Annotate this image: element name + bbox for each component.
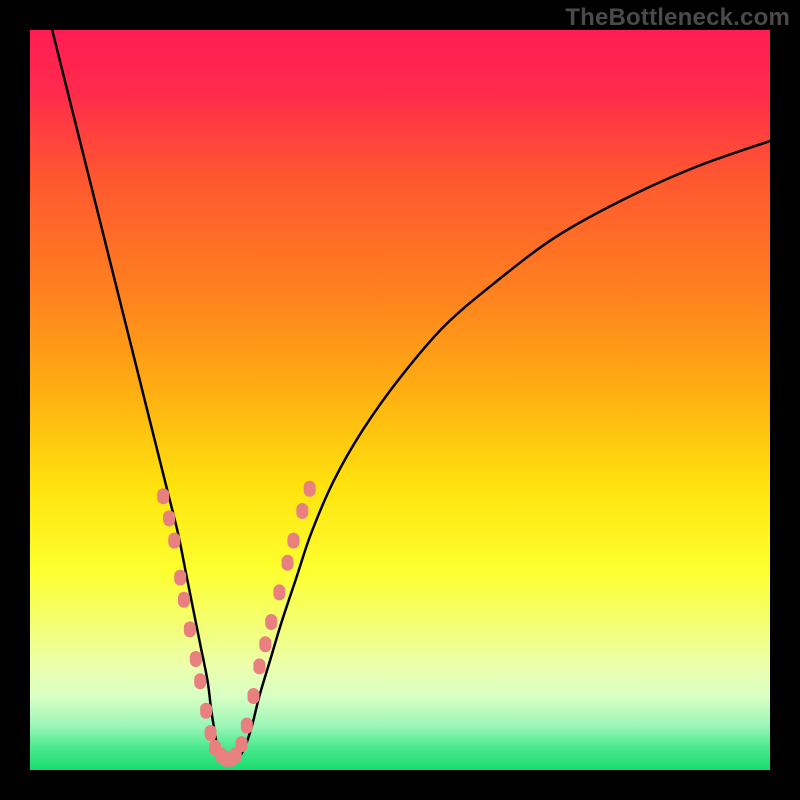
- marker-point: [194, 673, 206, 689]
- marker-point: [168, 533, 180, 549]
- marker-point: [205, 725, 217, 741]
- bottleneck-chart: [30, 30, 770, 770]
- marker-point: [190, 651, 202, 667]
- marker-point: [282, 555, 294, 571]
- marker-point: [157, 488, 169, 504]
- marker-point: [253, 658, 265, 674]
- chart-frame: TheBottleneck.com: [0, 0, 800, 800]
- marker-point: [178, 592, 190, 608]
- marker-point: [184, 621, 196, 637]
- marker-point: [296, 503, 308, 519]
- plot-area: [30, 30, 770, 770]
- marker-point: [259, 636, 271, 652]
- marker-point: [304, 481, 316, 497]
- marker-point: [236, 736, 248, 752]
- marker-point: [163, 510, 175, 526]
- marker-point: [265, 614, 277, 630]
- watermark-label: TheBottleneck.com: [565, 4, 790, 32]
- marker-point: [273, 584, 285, 600]
- marker-point: [174, 570, 186, 586]
- marker-point: [287, 533, 299, 549]
- marker-point: [200, 703, 212, 719]
- marker-point: [241, 718, 253, 734]
- gradient-background: [30, 30, 770, 770]
- marker-point: [247, 688, 259, 704]
